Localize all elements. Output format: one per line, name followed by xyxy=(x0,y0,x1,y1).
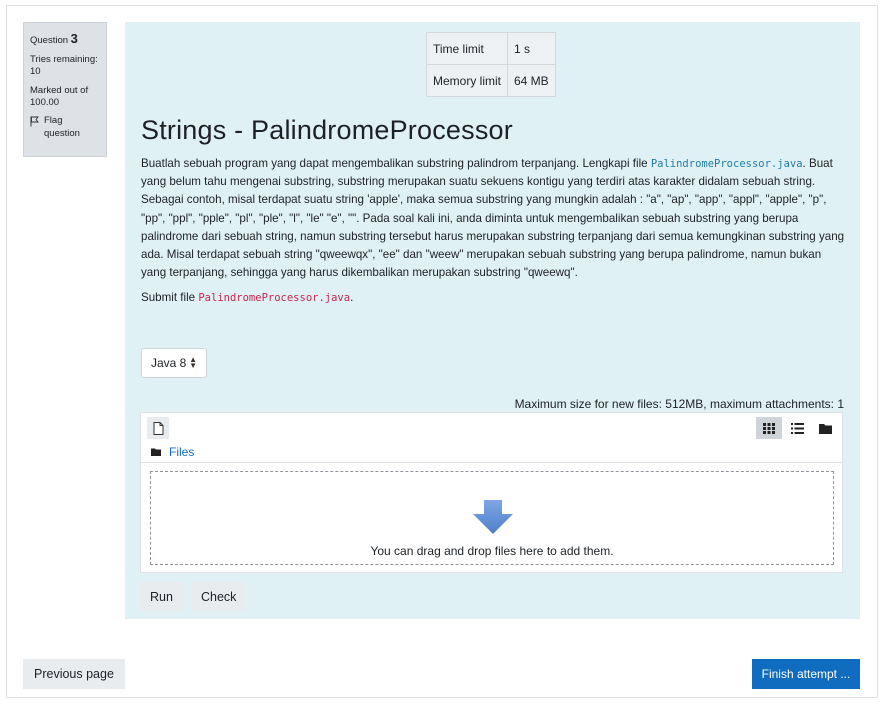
table-row: Time limit 1 s xyxy=(426,32,556,65)
drop-arrow-icon xyxy=(473,500,513,534)
time-limit-label: Time limit xyxy=(426,32,508,65)
folder-view-icon xyxy=(818,423,832,434)
list-view-button[interactable] xyxy=(784,417,810,439)
add-file-button[interactable] xyxy=(147,417,169,439)
time-limit-value: 1 s xyxy=(507,32,556,65)
breadcrumb: Files xyxy=(151,445,194,459)
finish-attempt-button[interactable]: Finish attempt ... xyxy=(752,659,860,689)
breadcrumb-files-link[interactable]: Files xyxy=(169,445,194,459)
flag-icon xyxy=(30,116,39,127)
language-select[interactable]: Java 8 ▲ ▼ xyxy=(141,348,207,378)
check-button[interactable]: Check xyxy=(191,582,247,611)
code-filename: PalindromeProcessor.java xyxy=(650,158,803,170)
tries-remaining: Tries remaining: 10 xyxy=(30,53,98,78)
question-number: Question 3 xyxy=(30,31,78,46)
table-row: Memory limit 64 MB xyxy=(426,64,556,97)
grid-view-button[interactable] xyxy=(756,417,782,439)
flag-question-link[interactable]: Flag question xyxy=(30,115,100,140)
memory-limit-label: Memory limit xyxy=(426,64,508,97)
question-description: Buatlah sebuah program yang dapat mengem… xyxy=(141,155,846,315)
limits-table: Time limit 1 s Memory limit 64 MB xyxy=(426,32,556,97)
grid-view-icon xyxy=(763,422,775,434)
marked-out-of: Marked out of 100.00 xyxy=(30,84,89,108)
max-size-note: Maximum size for new files: 512MB, maxim… xyxy=(514,397,844,411)
run-button[interactable]: Run xyxy=(140,582,183,611)
memory-limit-value: 64 MB xyxy=(507,64,556,97)
submit-instruction: Submit file PalindromeProcessor.java. xyxy=(141,291,354,305)
file-icon xyxy=(153,421,163,435)
question-title: Strings - PalindromeProcessor xyxy=(141,115,513,145)
question-content: Time limit 1 s Memory limit 64 MB String… xyxy=(125,22,860,619)
view-switcher xyxy=(756,417,838,439)
description-paragraph: Buatlah sebuah program yang dapat mengem… xyxy=(141,157,845,280)
file-manager: Files You can drag and drop files here t… xyxy=(140,412,843,573)
list-view-icon xyxy=(790,422,804,434)
select-arrows-icon: ▲ ▼ xyxy=(189,355,197,370)
divider xyxy=(141,462,842,463)
drop-message: You can drag and drop files here to add … xyxy=(370,544,614,558)
previous-page-button[interactable]: Previous page xyxy=(23,659,125,689)
folder-icon xyxy=(151,448,161,456)
code-filename: PalindromeProcessor.java xyxy=(198,292,351,305)
question-info-panel: Question 3 Tries remaining: 10 Marked ou… xyxy=(23,22,107,157)
drop-zone[interactable]: You can drag and drop files here to add … xyxy=(150,471,834,565)
folder-view-button[interactable] xyxy=(812,417,838,439)
